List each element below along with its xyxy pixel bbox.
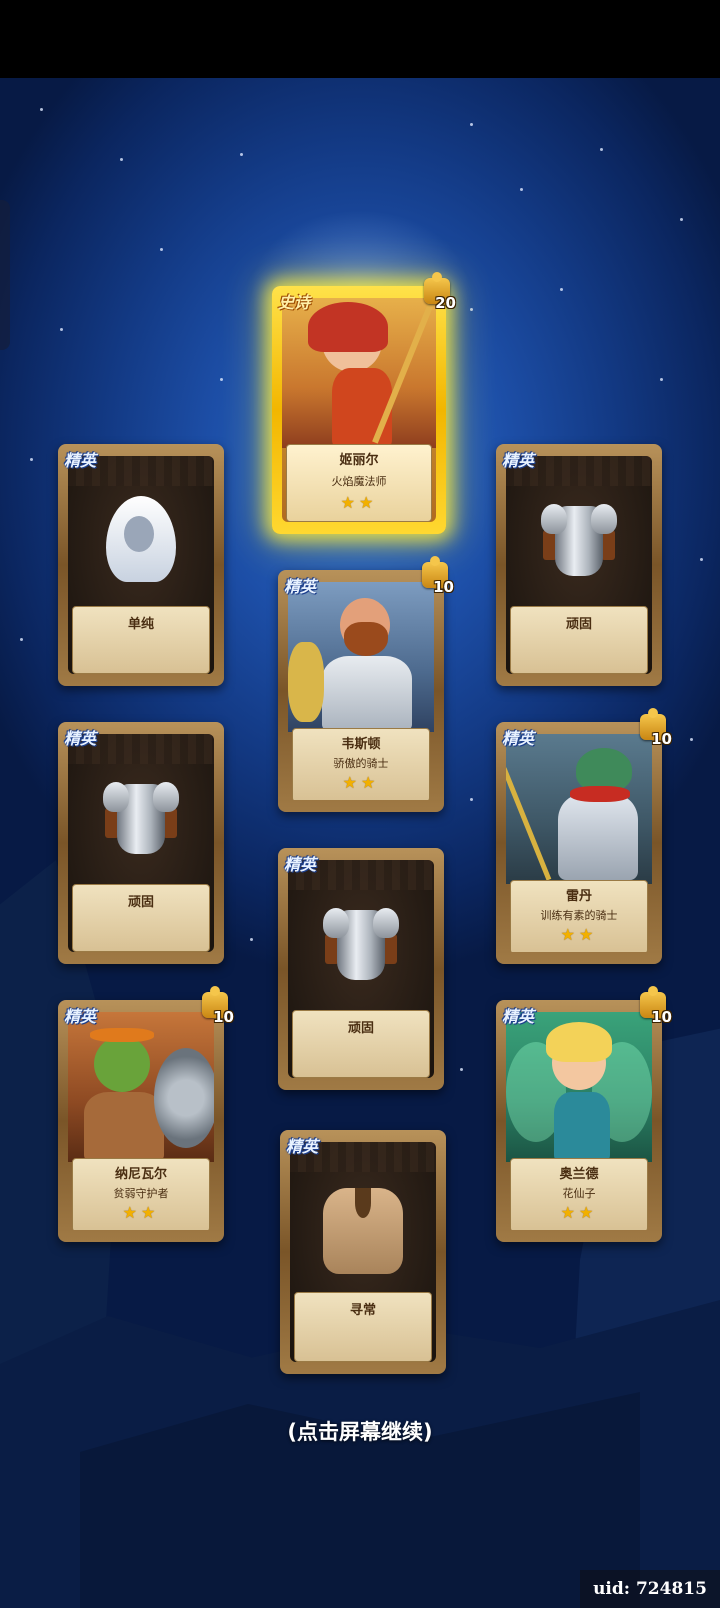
hero-title: 贫弱守护者 xyxy=(113,1187,169,1200)
card-item-hood[interactable]: 单纯 精英 xyxy=(58,444,224,686)
card-item-armor-left[interactable]: 顽固 精英 xyxy=(58,722,224,964)
hero-name: 姬丽尔 xyxy=(339,453,379,468)
card-item-vest[interactable]: 寻常 精英 xyxy=(280,1130,446,1374)
card-nameplate: 纳尼瓦尔 贫弱守护者 ★★ xyxy=(72,1158,210,1230)
hero-title: 花仙子 xyxy=(562,1187,596,1200)
card-nameplate: 顽固 xyxy=(292,1010,430,1078)
rarity-badge: 精英 xyxy=(502,1007,535,1026)
card-nameplate: 顽固 xyxy=(72,884,210,952)
hood-icon xyxy=(106,496,176,582)
rarity-badge: 精英 xyxy=(502,729,535,748)
chest-armor-icon xyxy=(101,774,181,860)
side-pull-tab[interactable] xyxy=(0,200,10,350)
item-name: 顽固 xyxy=(565,617,592,632)
card-nameplate: 顽固 xyxy=(510,606,648,674)
star-rating: ★★ xyxy=(560,925,598,944)
rarity-badge: 精英 xyxy=(286,1137,319,1156)
shard-count: 20 xyxy=(435,294,456,312)
rarity-badge: 精英 xyxy=(284,855,317,874)
card-nameplate: 寻常 xyxy=(294,1292,432,1362)
rarity-badge: 精英 xyxy=(64,729,97,748)
card-epic-mage[interactable]: 姬丽尔 火焰魔法师 ★★ 史诗 20 xyxy=(272,272,456,534)
card-hero-goblin[interactable]: 纳尼瓦尔 贫弱守护者 ★★ 精英 10 xyxy=(58,986,234,1242)
card-hero-fairy[interactable]: 奥兰德 花仙子 ★★ 精英 10 xyxy=(496,986,672,1242)
item-name: 顽固 xyxy=(347,1021,374,1036)
item-name: 单纯 xyxy=(127,617,154,632)
shard-count: 10 xyxy=(433,578,454,596)
shard-count: 10 xyxy=(651,730,672,748)
chest-armor-icon xyxy=(539,496,619,582)
hero-portrait-knight xyxy=(288,582,434,732)
star-rating: ★★ xyxy=(342,773,380,792)
hero-name: 雷丹 xyxy=(565,889,592,904)
rarity-badge: 精英 xyxy=(64,451,97,470)
card-inner: 姬丽尔 火焰魔法师 ★★ xyxy=(282,298,436,522)
chest-armor-icon xyxy=(321,900,401,986)
hero-title: 火焰魔法师 xyxy=(331,475,387,488)
card-nameplate: 单纯 xyxy=(72,606,210,674)
cloth-vest-icon xyxy=(323,1188,403,1274)
item-name: 寻常 xyxy=(349,1303,376,1318)
hero-portrait-dragon xyxy=(506,734,652,884)
tap-to-continue-hint[interactable]: (点击屏幕继续) xyxy=(0,1416,720,1446)
card-nameplate: 奥兰德 花仙子 ★★ xyxy=(510,1158,648,1230)
card-nameplate: 姬丽尔 火焰魔法师 ★★ xyxy=(286,444,432,522)
rarity-badge: 史诗 xyxy=(278,293,311,312)
star-rating: ★★ xyxy=(340,493,378,512)
hero-name: 韦斯顿 xyxy=(341,737,381,752)
rarity-badge: 精英 xyxy=(502,451,535,470)
hero-name: 纳尼瓦尔 xyxy=(114,1167,167,1182)
hero-portrait-fairy xyxy=(506,1012,652,1162)
hero-title: 骄傲的骑士 xyxy=(333,757,389,770)
shard-count: 10 xyxy=(651,1008,672,1026)
star-rating: ★★ xyxy=(560,1203,598,1222)
star-rating: ★★ xyxy=(122,1203,160,1222)
card-nameplate: 韦斯顿 骄傲的骑士 ★★ xyxy=(292,728,430,800)
rarity-badge: 精英 xyxy=(64,1007,97,1026)
shard-count: 10 xyxy=(213,1008,234,1026)
card-item-armor-center[interactable]: 顽固 精英 xyxy=(278,848,444,1090)
rarity-badge: 精英 xyxy=(284,577,317,596)
hero-title: 训练有素的骑士 xyxy=(540,909,618,922)
hero-portrait-goblin xyxy=(68,1012,214,1162)
card-item-armor-top-right[interactable]: 顽固 精英 xyxy=(496,444,662,686)
hero-portrait-mage xyxy=(282,298,436,448)
card-nameplate: 雷丹 训练有素的骑士 ★★ xyxy=(510,880,648,952)
reward-screen[interactable]: 姬丽尔 火焰魔法师 ★★ 史诗 20 单纯 精英 顽固 精英 韦斯顿 骄傲的骑士… xyxy=(0,0,720,1608)
hero-name: 奥兰德 xyxy=(559,1167,599,1182)
uid-label: uid: 724815 xyxy=(580,1570,720,1608)
item-name: 顽固 xyxy=(127,895,154,910)
card-hero-knight[interactable]: 韦斯顿 骄傲的骑士 ★★ 精英 10 xyxy=(278,556,454,812)
card-hero-dragon[interactable]: 雷丹 训练有素的骑士 ★★ 精英 10 xyxy=(496,708,672,964)
